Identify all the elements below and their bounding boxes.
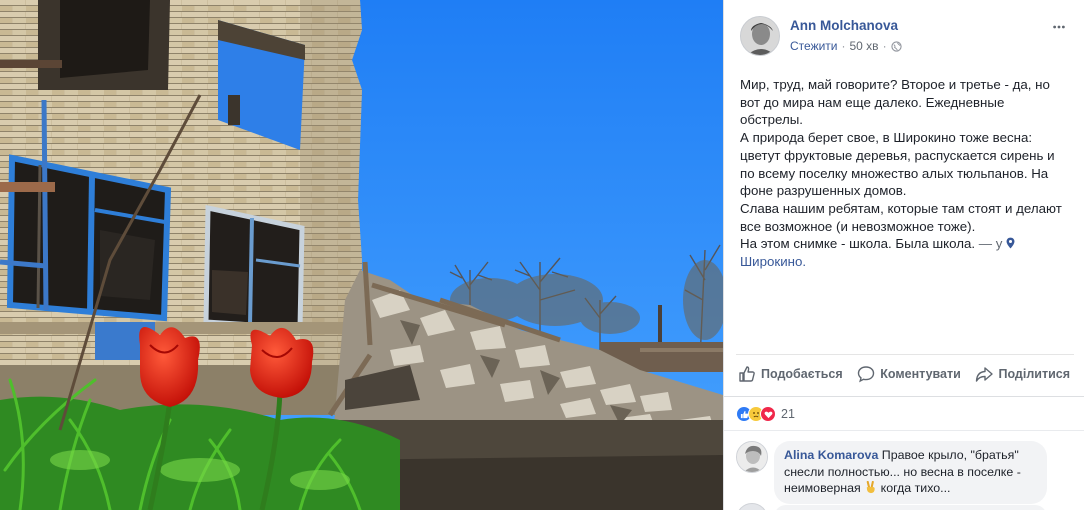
- post-paragraph-text: На этом снимке - школа. Была школа.: [740, 236, 976, 252]
- share-label: Поділитися: [998, 367, 1070, 381]
- next-comment-bubble: [774, 505, 1047, 510]
- comments-divider: [724, 430, 1084, 431]
- comment-bubble-icon: [858, 366, 875, 383]
- post-time[interactable]: 50 хв: [850, 39, 879, 53]
- follow-link[interactable]: Стежити: [790, 39, 838, 53]
- comment-label: Коментувати: [880, 367, 961, 381]
- post-actions: Подобається Коментувати Поділитися: [738, 364, 1070, 384]
- commenter-avatar-image: [737, 442, 767, 472]
- post-paragraph: Слава нашим ребятам, которые там стоят и…: [740, 200, 1062, 234]
- meta-separator-2: ·: [882, 39, 887, 53]
- location-prefix: — у: [975, 236, 1007, 252]
- location-link[interactable]: Широкино.: [740, 254, 806, 269]
- location-pin-icon: [1006, 237, 1015, 249]
- meta-separator: ·: [841, 39, 846, 53]
- comment-text-end: когда тихо...: [877, 481, 951, 495]
- like-label: Подобається: [761, 367, 843, 381]
- share-arrow-icon: [976, 367, 994, 382]
- more-options-icon[interactable]: [1048, 16, 1070, 38]
- privacy-globe-icon[interactable]: [890, 40, 902, 52]
- author-avatar[interactable]: [740, 16, 780, 56]
- share-button[interactable]: Поділитися: [975, 365, 1070, 383]
- commenter-name[interactable]: Alina Komarova: [784, 448, 878, 462]
- post-paragraph-last: На этом снимке - школа. Была школа. — у …: [740, 235, 1070, 270]
- post-panel: Ann Molchanova Стежити · 50 хв · Мир, тр…: [723, 0, 1084, 510]
- thumbs-up-icon: [739, 366, 755, 382]
- post-text: Мир, труд, май говорите? Второе и третье…: [740, 76, 1070, 271]
- photo-scene: [0, 0, 723, 510]
- reactions-divider: [724, 396, 1084, 397]
- actions-divider: [736, 354, 1074, 355]
- post-photo[interactable]: [0, 0, 723, 510]
- post-header: Ann Molchanova Стежити · 50 хв ·: [740, 14, 1070, 58]
- post-meta: Стежити · 50 хв ·: [790, 39, 902, 53]
- victory-hand-icon: [866, 481, 875, 494]
- author-avatar-image: [741, 17, 779, 55]
- post-paragraph: Мир, труд, май говорите? Второе и третье…: [740, 77, 1050, 128]
- reactions-summary[interactable]: 21: [736, 404, 795, 424]
- post-paragraph: А природа берет свое, в Широкино тоже ве…: [740, 130, 1055, 199]
- love-reaction-icon: [760, 406, 776, 422]
- reaction-count: 21: [781, 407, 795, 421]
- commenter-avatar[interactable]: [736, 441, 768, 473]
- comment-button[interactable]: Коментувати: [857, 365, 961, 383]
- author-name[interactable]: Ann Molchanova: [790, 18, 898, 33]
- like-button[interactable]: Подобається: [738, 365, 843, 383]
- next-comment-avatar[interactable]: [736, 503, 768, 510]
- comment-bubble: Alina Komarova Правое крыло, "братья" сн…: [774, 441, 1047, 504]
